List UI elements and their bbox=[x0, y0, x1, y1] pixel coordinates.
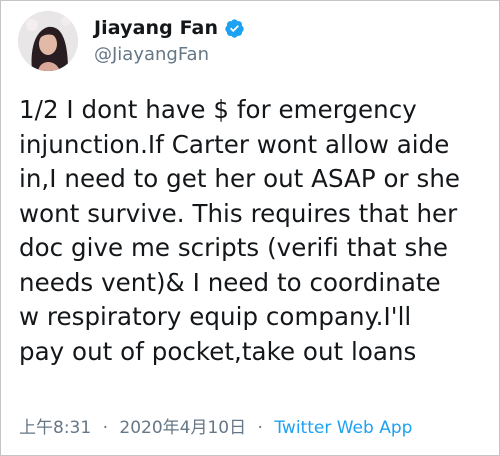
tweet-text: 1/2 I dont have $ for emergency injuncti… bbox=[19, 95, 461, 366]
tweet-header: Jiayang Fan @JiayangFan bbox=[18, 11, 488, 71]
meta-separator: · bbox=[102, 418, 108, 438]
tweet-source-link[interactable]: Twitter Web App bbox=[274, 418, 412, 438]
tweet-card: Jiayang Fan @JiayangFan 1/2 I dont have … bbox=[0, 0, 500, 456]
display-name[interactable]: Jiayang Fan bbox=[94, 17, 218, 39]
verified-badge-icon bbox=[224, 18, 245, 39]
avatar[interactable] bbox=[18, 11, 78, 71]
tweet-time[interactable]: 上午8:31 bbox=[19, 418, 91, 438]
user-names: Jiayang Fan @JiayangFan bbox=[94, 15, 245, 65]
tweet-meta: 上午8:31 · 2020年4月10日 · Twitter Web App bbox=[19, 413, 412, 438]
user-handle[interactable]: @JiayangFan bbox=[94, 44, 245, 65]
meta-separator: · bbox=[257, 418, 263, 438]
display-name-row: Jiayang Fan bbox=[94, 15, 245, 41]
tweet-date[interactable]: 2020年4月10日 bbox=[119, 418, 246, 438]
avatar-image bbox=[18, 11, 78, 71]
